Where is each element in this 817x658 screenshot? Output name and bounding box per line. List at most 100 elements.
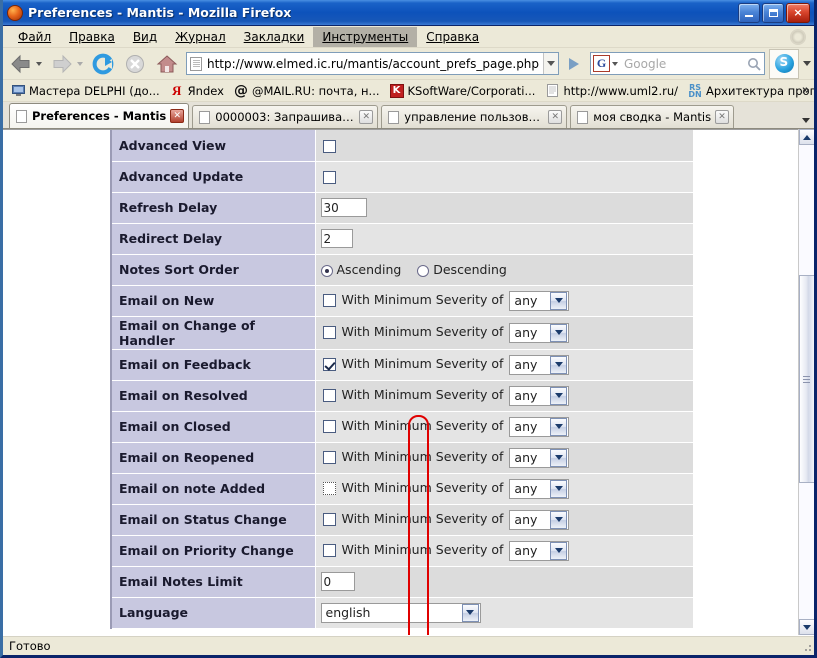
go-button[interactable] [563,52,585,75]
chevron-down-icon[interactable] [550,417,568,436]
menu-item-help[interactable]: Справка [417,27,488,47]
chevron-down-icon[interactable] [550,323,568,342]
chevron-down-icon[interactable] [461,603,479,622]
tab-preferences[interactable]: Preferences - Mantis ✕ [9,103,190,128]
email-on-reopened-checkbox[interactable] [322,451,336,464]
bookmarks-overflow-chevron-icon[interactable]: » [802,83,810,98]
tab-close-icon[interactable]: ✕ [359,110,374,124]
tab-label: управление пользовател... [404,110,544,124]
maximize-button[interactable] [762,2,784,23]
web-page: Advanced View Advanced Update Refresh De… [3,129,798,635]
bookmark-item[interactable]: Я Яndex [166,82,228,100]
table-row: Advanced View [111,130,693,162]
email-on-status-change-checkbox[interactable] [322,513,336,526]
back-dropdown-caret-icon[interactable] [36,61,42,66]
sort-ascending-radio[interactable] [320,264,333,277]
url-dropdown-caret-icon[interactable] [543,53,558,74]
tab-list-caret-icon[interactable] [802,118,810,123]
chevron-down-icon[interactable] [550,386,568,405]
toolbar-overflow-caret-icon[interactable] [803,61,811,66]
forward-dropdown-caret-icon[interactable] [77,61,83,66]
title-bar: Preferences - Mantis - Mozilla Firefox × [3,0,814,26]
back-button[interactable] [6,50,36,78]
table-row: Email on New With Minimum Severity of any [111,285,693,317]
menu-item-tools[interactable]: Инструменты [313,26,418,47]
chevron-down-icon[interactable] [550,541,568,560]
k-icon: K [389,83,404,98]
email-on-resolved-severity-select[interactable]: any [509,385,570,406]
email-on-note-added-severity-select[interactable]: any [509,478,570,499]
close-button[interactable]: × [786,2,810,23]
email-on-priority-change-severity-select[interactable]: any [509,540,570,561]
redirect-delay-input[interactable]: 2 [320,229,353,248]
email-on-note-added-checkbox[interactable] [322,482,336,495]
severity-value: any [514,450,538,465]
forward-button[interactable] [47,50,77,78]
tab-user-management[interactable]: управление пользовател... ✕ [381,105,568,128]
resize-grip-icon[interactable] [798,638,814,654]
scrollbar-thumb[interactable] [798,275,814,483]
chevron-down-icon[interactable] [550,355,568,374]
home-button[interactable] [152,50,182,78]
bookmark-item[interactable]: K KSoftWare/Corporati... [386,82,540,100]
chevron-down-icon[interactable] [550,479,568,498]
menu-item-file[interactable]: Файл [9,27,60,47]
search-input[interactable]: Google [621,57,744,71]
email-on-status-change-severity-select[interactable]: any [509,509,570,530]
row-label: Email on Priority Change [111,535,316,567]
tab-issue-0000003[interactable]: 0000003: Запрашивать ст... ✕ [192,105,379,128]
menu-item-history[interactable]: Журнал [166,27,235,47]
email-on-resolved-checkbox[interactable] [322,389,336,402]
email-on-priority-change-checkbox[interactable] [322,544,336,557]
skype-toolbar-button[interactable] [769,48,799,79]
email-on-feedback-severity-select[interactable]: any [509,354,570,375]
bookmark-item[interactable]: @ @MAIL.RU: почта, н... [230,82,384,100]
email-on-new-severity-select[interactable]: any [509,290,570,311]
tab-my-view[interactable]: моя сводка - Mantis ✕ [570,105,735,128]
chevron-down-icon[interactable] [550,291,568,310]
chevron-down-icon[interactable] [550,448,568,467]
google-engine-icon[interactable]: G [593,55,610,72]
reload-button[interactable] [88,50,118,78]
search-engine-caret-icon[interactable] [612,61,618,66]
scrollbar-track[interactable] [798,145,814,619]
search-icon[interactable] [744,53,764,74]
email-on-reopened-severity-select[interactable]: any [509,447,570,468]
email-on-change-of-handler-checkbox[interactable] [322,326,336,339]
row-value [315,130,693,162]
severity-label: With Minimum Severity of [341,292,504,307]
scroll-up-arrow-icon[interactable] [798,129,814,145]
status-text: Готово [9,638,51,653]
email-on-feedback-checkbox[interactable] [322,358,336,371]
menu-item-edit[interactable]: Правка [60,27,124,47]
bookmark-item[interactable]: RSDN Архитектура прогр... [684,82,814,100]
tab-close-icon[interactable]: ✕ [170,109,185,123]
row-label: Email on Feedback [111,349,316,381]
email-on-new-checkbox[interactable] [322,294,336,307]
url-bar[interactable]: http://www.elmed.ic.ru/mantis/account_pr… [186,52,559,75]
email-notes-limit-input[interactable]: 0 [320,572,355,591]
email-on-closed-severity-select[interactable]: any [509,416,570,437]
refresh-delay-input[interactable]: 30 [320,198,367,217]
minimize-button[interactable] [738,2,760,23]
advanced-view-checkbox[interactable] [322,139,336,153]
page-scrollbar[interactable] [798,129,814,635]
bookmark-item[interactable]: http://www.uml2.ru/ [541,82,682,100]
advanced-update-checkbox[interactable] [322,171,336,184]
sort-descending-radio[interactable] [417,264,430,277]
search-bar[interactable]: G Google [590,52,765,75]
stop-button[interactable] [120,50,150,78]
language-select[interactable]: english [320,602,481,623]
chevron-down-icon[interactable] [550,510,568,529]
email-on-closed-checkbox[interactable] [322,420,336,433]
email-on-change-of-handler-severity-select[interactable]: any [509,322,570,343]
tab-close-icon[interactable]: ✕ [715,110,730,124]
tab-close-icon[interactable]: ✕ [548,110,563,124]
scroll-down-arrow-icon[interactable] [798,619,814,635]
table-row: Advanced Update [111,161,693,193]
bookmark-label: KSoftWare/Corporati... [407,83,536,98]
menu-item-bookmarks[interactable]: Закладки [235,27,314,47]
menu-item-view[interactable]: Вид [124,27,166,47]
rsdn-icon: RS DN [688,82,702,99]
bookmark-item[interactable]: Мастера DELPHI (до... [7,82,164,100]
